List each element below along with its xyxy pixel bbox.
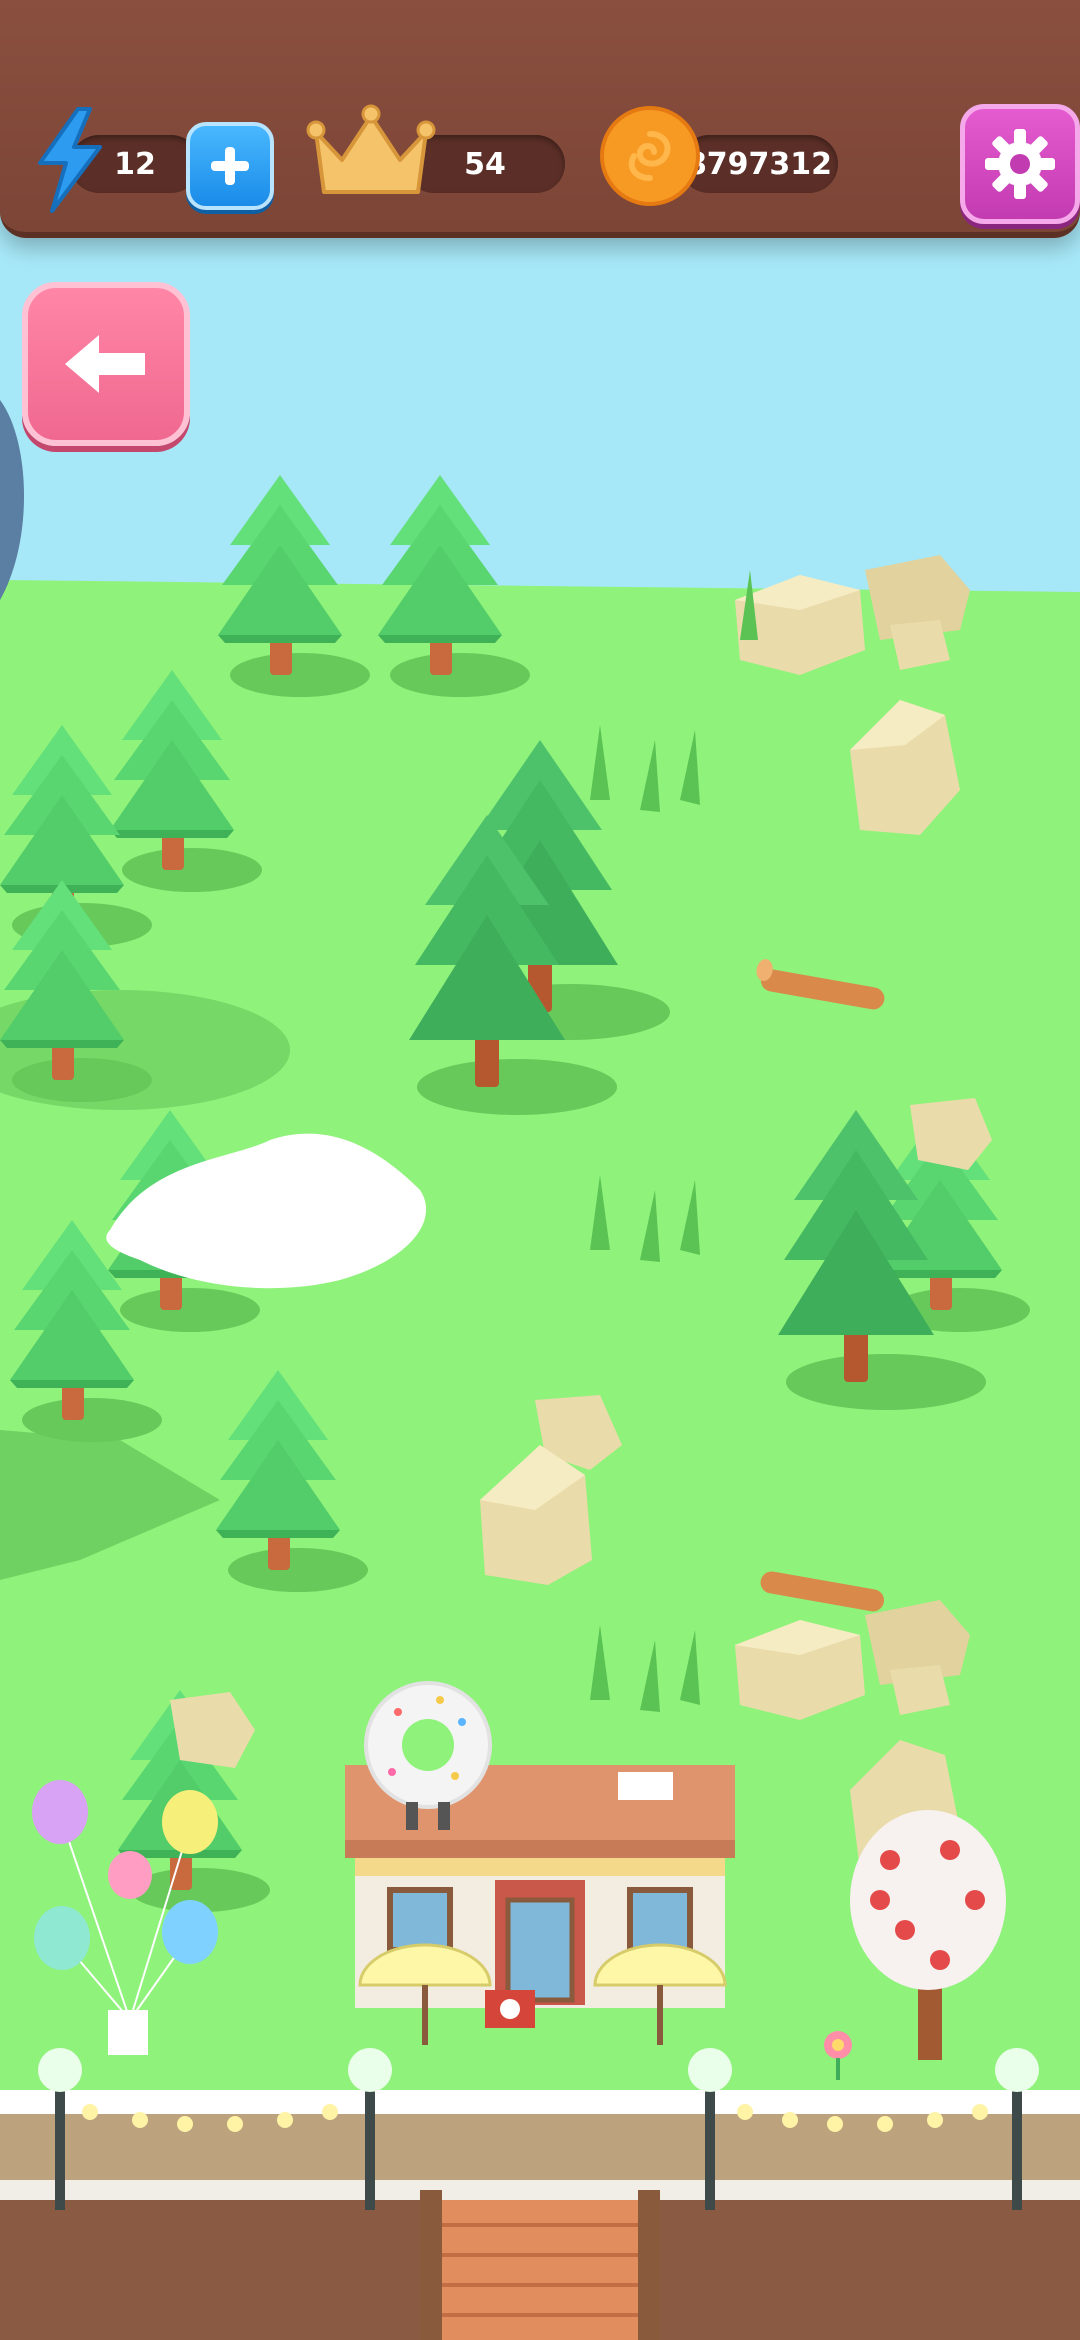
crown-value: 54	[464, 146, 506, 182]
energy-value: 12	[114, 146, 156, 182]
settings-button[interactable]	[960, 104, 1080, 224]
coin-value: 8797312	[685, 146, 833, 182]
lightning-icon	[38, 107, 102, 213]
stone-wall	[0, 2090, 1080, 2114]
top-hud-bar: 12 54 8797312	[0, 0, 1080, 238]
gear-icon	[985, 129, 1055, 199]
plus-icon	[211, 147, 249, 185]
coin-icon	[600, 106, 700, 206]
crown-icon	[306, 104, 436, 194]
stone-wall	[0, 2180, 1080, 2202]
add-energy-button[interactable]	[186, 122, 274, 210]
back-button[interactable]	[22, 282, 190, 446]
wooden-stairs	[440, 2200, 640, 2340]
coin-counter: 8797312	[680, 135, 838, 193]
stair-post	[420, 2190, 442, 2340]
stair-post	[638, 2190, 660, 2340]
back-arrow-icon	[65, 335, 145, 393]
